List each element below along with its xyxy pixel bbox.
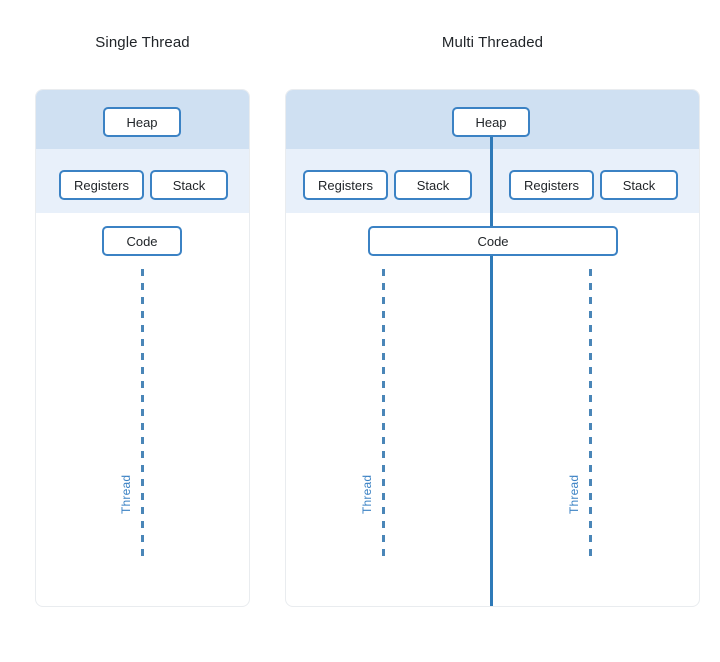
process-divider-line xyxy=(490,137,493,606)
thread-dashed-line xyxy=(141,269,144,563)
thread-label-1: Thread xyxy=(360,474,374,514)
registers-box-thread-2: Registers xyxy=(509,170,594,200)
thread-label: Thread xyxy=(119,474,133,514)
stack-box-thread-2: Stack xyxy=(600,170,678,200)
stack-box: Stack xyxy=(150,170,228,200)
heap-box: Heap xyxy=(452,107,530,137)
code-box: Code xyxy=(368,226,618,256)
panel-single-thread: Heap Registers Stack Code Thread xyxy=(35,89,250,607)
thread-label-2: Thread xyxy=(567,474,581,514)
panel-title-single-thread: Single Thread xyxy=(95,34,190,51)
panel-title-multi-threaded: Multi Threaded xyxy=(441,34,544,51)
code-box: Code xyxy=(102,226,182,256)
thread-dashed-line-1 xyxy=(382,269,385,563)
registers-box-thread-1: Registers xyxy=(303,170,388,200)
thread-dashed-line-2 xyxy=(589,269,592,563)
panel-multi-threaded: Heap Registers Stack Registers Stack Cod… xyxy=(285,89,700,607)
heap-box: Heap xyxy=(103,107,181,137)
stack-box-thread-1: Stack xyxy=(394,170,472,200)
registers-box: Registers xyxy=(59,170,144,200)
